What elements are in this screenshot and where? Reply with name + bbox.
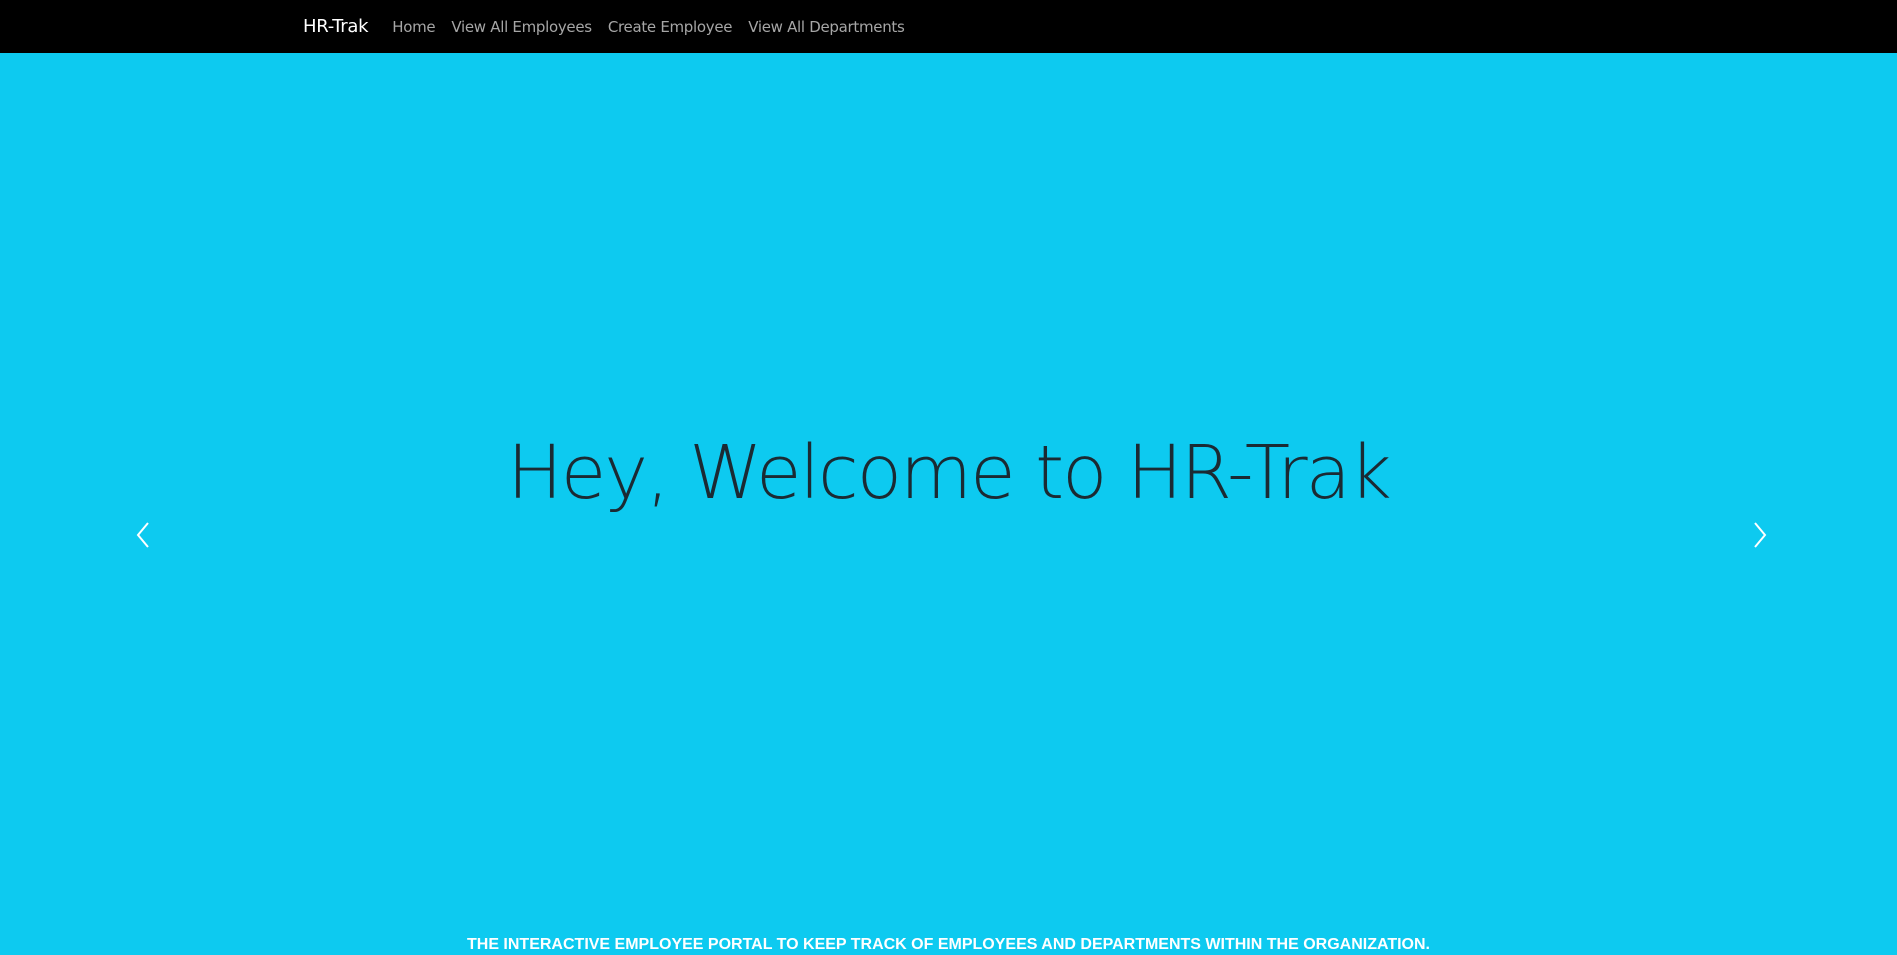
carousel-prev-button[interactable] (123, 515, 163, 555)
brand-link[interactable]: HR-Trak (303, 16, 369, 37)
hero-title: Hey, Welcome to HR-Trak (507, 430, 1392, 516)
chevron-left-icon (136, 522, 149, 548)
carousel-next-button[interactable] (1740, 515, 1780, 555)
nav-create-employee-link[interactable]: Create Employee (608, 18, 733, 36)
nav-view-all-departments-link[interactable]: View All Departments (748, 18, 905, 36)
nav-home-link[interactable]: Home (392, 18, 435, 36)
nav-links: Home View All Employees Create Employee … (392, 18, 920, 36)
hero-tagline: THE INTERACTIVE EMPLOYEE PORTAL TO KEEP … (466, 936, 1430, 953)
top-navbar: HR-Trak Home View All Employees Create E… (0, 0, 1897, 53)
chevron-right-icon (1754, 522, 1767, 548)
nav-view-all-employees-link[interactable]: View All Employees (451, 18, 592, 36)
